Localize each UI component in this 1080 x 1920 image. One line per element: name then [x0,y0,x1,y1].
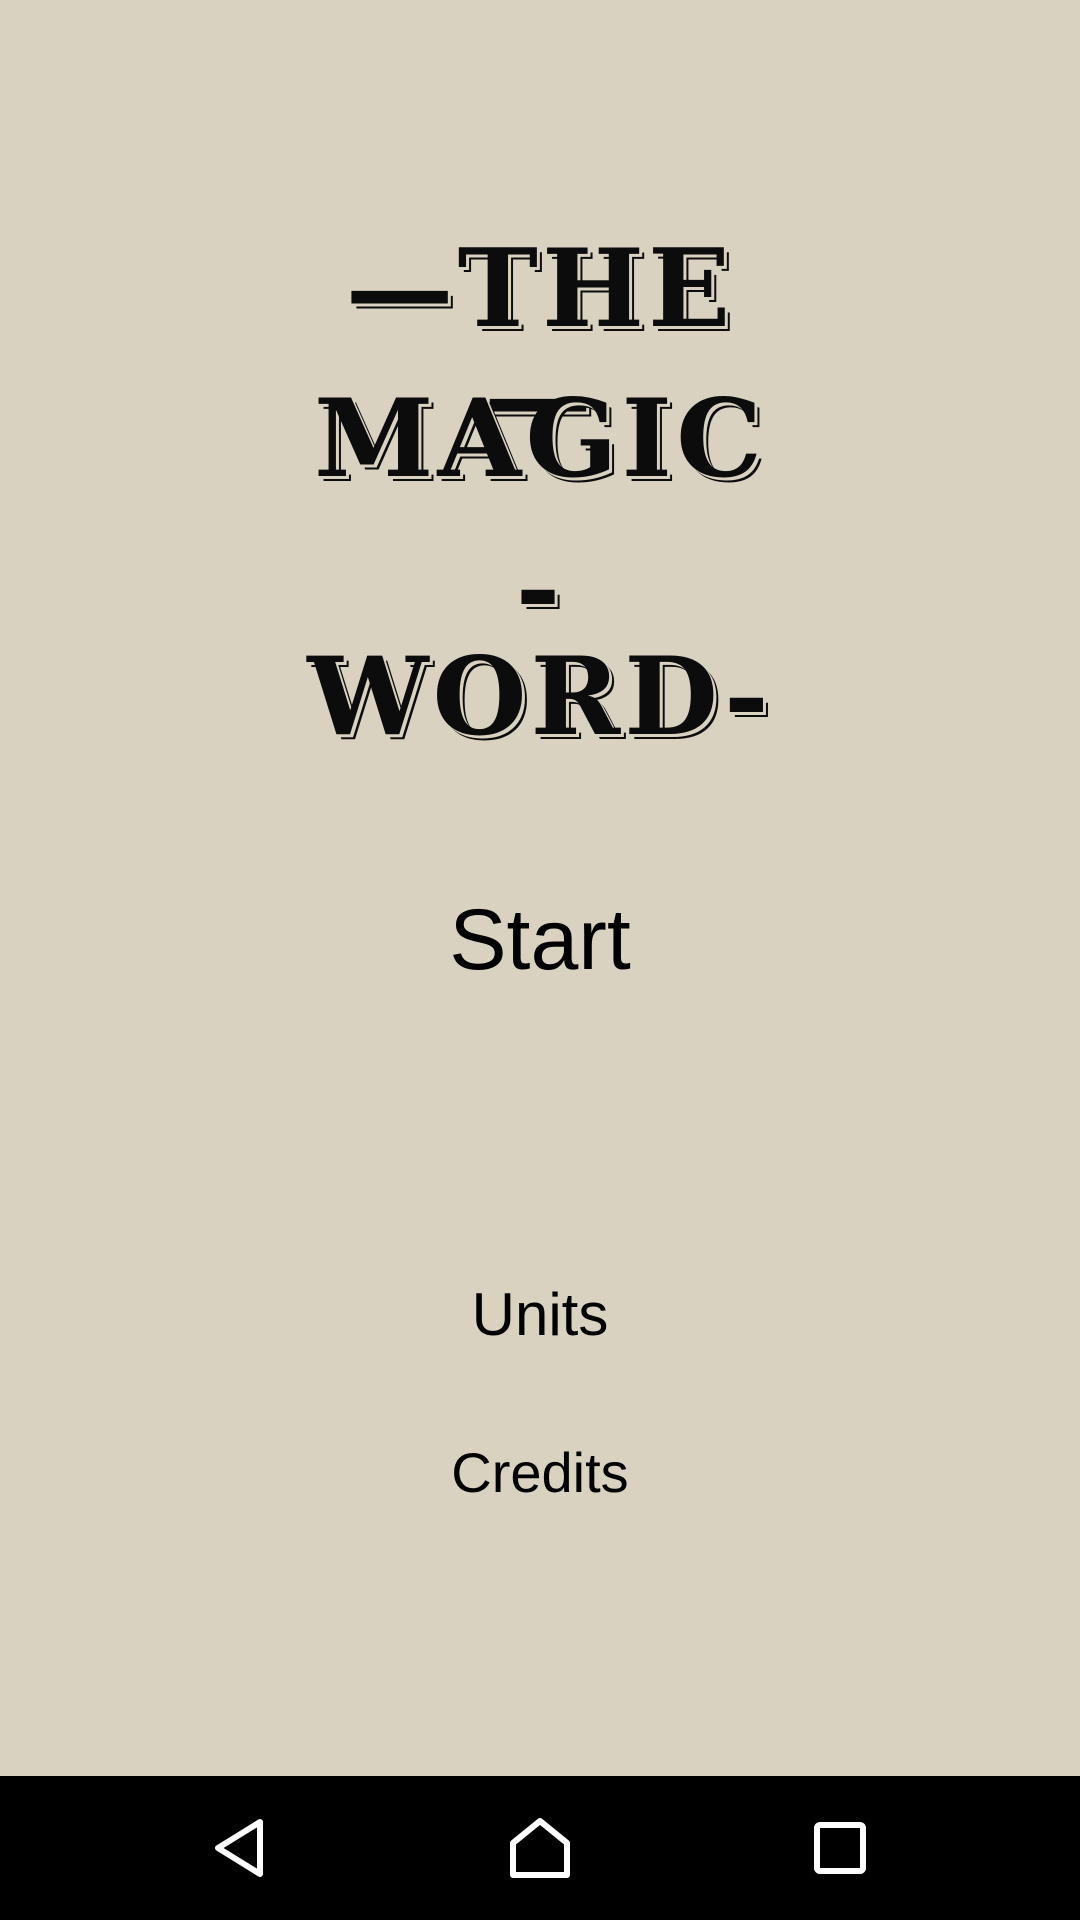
main-menu-screen: —THE— MAGIC -WORD- Start Units Credits [0,0,1080,1776]
credits-button[interactable]: Credits [0,1428,1080,1518]
android-navigation-bar [0,1776,1080,1920]
game-logo: —THE— MAGIC -WORD- [300,225,780,751]
recents-button[interactable] [790,1798,890,1898]
logo-line-word: -WORD- [307,526,773,760]
home-icon [510,1818,570,1878]
recents-icon [814,1822,866,1874]
start-button[interactable]: Start [0,880,1080,1000]
logo-line-magic: MAGIC [313,376,767,502]
units-button[interactable]: Units [0,1270,1080,1360]
home-button[interactable] [490,1798,590,1898]
back-button[interactable] [190,1798,290,1898]
back-icon [215,1819,263,1877]
